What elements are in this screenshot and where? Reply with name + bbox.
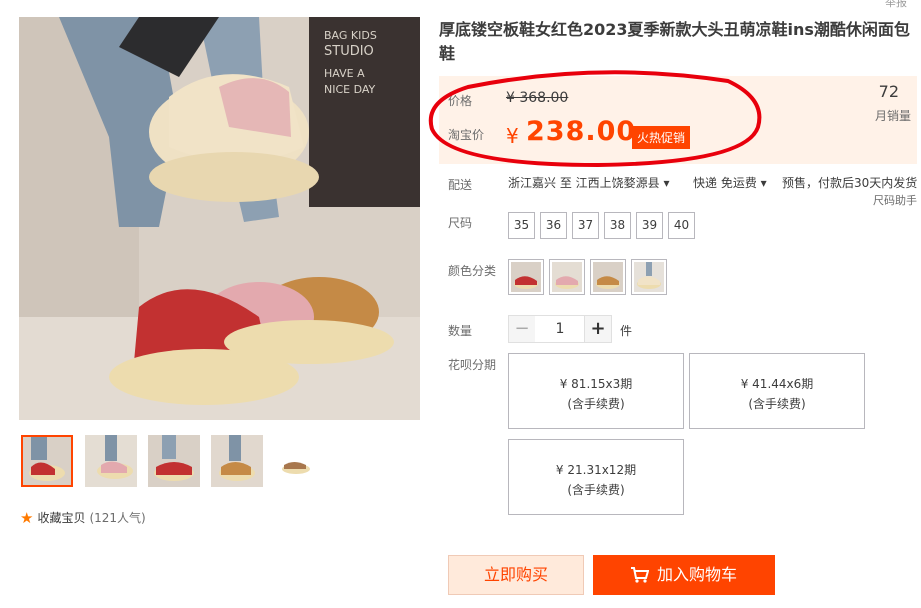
size-helper-link[interactable]: 尺码助手 bbox=[873, 192, 917, 208]
color-option-3[interactable] bbox=[590, 259, 626, 295]
thumbnail-5[interactable] bbox=[274, 435, 326, 487]
shipping-method-select[interactable]: 快递 免运费 ▾ bbox=[693, 174, 767, 191]
color-option-2[interactable] bbox=[549, 259, 585, 295]
original-price-label: 价格 bbox=[448, 94, 473, 108]
currency-symbol: ¥ bbox=[506, 124, 519, 148]
report-link[interactable]: 举报 bbox=[885, 0, 907, 10]
main-product-image: BAG KIDS STUDIO HAVE A NICE DAY bbox=[19, 17, 420, 420]
installment-amount: ¥ 21.31x12期 bbox=[555, 463, 637, 477]
shipping-route-select[interactable]: 浙江嘉兴 至 江西上饶婺源县 ▾ bbox=[508, 174, 669, 191]
size-option[interactable]: 40 bbox=[668, 212, 695, 239]
thumbnail-3[interactable] bbox=[148, 435, 200, 487]
favorite-count: (121人气) bbox=[89, 511, 146, 525]
size-label: 尺码 bbox=[448, 216, 473, 230]
svg-text:NICE DAY: NICE DAY bbox=[324, 83, 376, 96]
installment-amount: ¥ 81.15x3期 bbox=[559, 377, 633, 391]
thumbnail-4[interactable] bbox=[211, 435, 263, 487]
original-price: ¥ 368.00 bbox=[506, 90, 569, 106]
presale-note: 预售，付款后30天内发货 bbox=[782, 176, 918, 190]
installment-option[interactable]: ¥ 41.44x6期 (含手续费) bbox=[689, 353, 865, 429]
quantity-label: 数量 bbox=[448, 324, 473, 338]
monthly-sales-count: 72 bbox=[878, 82, 899, 101]
star-icon: ★ bbox=[20, 508, 34, 527]
add-to-cart-button[interactable]: 加入购物车 bbox=[593, 555, 775, 595]
installment-amount: ¥ 41.44x6期 bbox=[740, 377, 814, 391]
shipping-label: 配送 bbox=[448, 178, 473, 192]
color-option-4[interactable] bbox=[631, 259, 667, 295]
quantity-input[interactable]: 1 bbox=[535, 315, 585, 343]
color-option-1[interactable] bbox=[508, 259, 544, 295]
buy-now-button[interactable]: 立即购买 bbox=[448, 555, 584, 595]
installment-option[interactable]: ¥ 21.31x12期 (含手续费) bbox=[508, 439, 684, 515]
cart-icon bbox=[630, 567, 649, 583]
installment-option[interactable]: ¥ 81.15x3期 (含手续费) bbox=[508, 353, 684, 429]
taobao-price-label: 淘宝价 bbox=[448, 128, 485, 142]
quantity-increment-button[interactable]: + bbox=[584, 315, 612, 343]
favorite-item[interactable]: ★ 收藏宝贝 (121人气) bbox=[20, 509, 146, 526]
svg-text:BAG KIDS: BAG KIDS bbox=[324, 29, 377, 42]
favorite-label: 收藏宝贝 bbox=[37, 511, 86, 525]
installment-label: 花呗分期 bbox=[448, 358, 497, 372]
svg-text:HAVE A: HAVE A bbox=[324, 67, 365, 80]
current-price: 238.00 bbox=[526, 116, 637, 147]
quantity-unit: 件 bbox=[620, 324, 633, 338]
monthly-sales-label: 月销量 bbox=[874, 109, 911, 123]
size-option[interactable]: 39 bbox=[636, 212, 663, 239]
installment-fee: (含手续费) bbox=[567, 483, 625, 497]
product-title: 厚底镂空板鞋女红色2023夏季新款大头丑萌凉鞋ins潮酷休闲面包鞋 bbox=[439, 20, 910, 63]
size-option[interactable]: 36 bbox=[540, 212, 567, 239]
size-option[interactable]: 37 bbox=[572, 212, 599, 239]
installment-fee: (含手续费) bbox=[748, 397, 806, 411]
thumbnail-1[interactable] bbox=[21, 435, 73, 487]
color-label: 颜色分类 bbox=[448, 264, 497, 278]
promo-badge: 火热促销 bbox=[632, 126, 691, 149]
size-option[interactable]: 38 bbox=[604, 212, 631, 239]
add-to-cart-label: 加入购物车 bbox=[656, 565, 737, 584]
quantity-decrement-button[interactable]: − bbox=[508, 315, 536, 343]
installment-fee: (含手续费) bbox=[567, 397, 625, 411]
svg-text:STUDIO: STUDIO bbox=[324, 44, 374, 59]
size-option[interactable]: 35 bbox=[508, 212, 535, 239]
thumbnail-2[interactable] bbox=[85, 435, 137, 487]
